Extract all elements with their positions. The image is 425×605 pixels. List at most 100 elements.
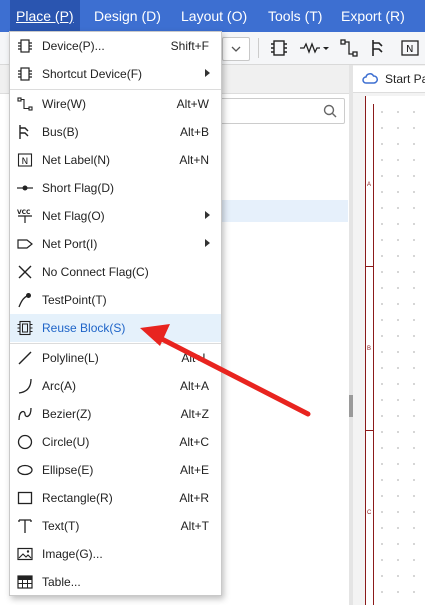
menu-item-wire[interactable]: Wire(W) Alt+W (10, 90, 221, 118)
menu-item-shortcut-device[interactable]: Shortcut Device(F) (10, 60, 221, 88)
submenu-arrow-icon (205, 239, 210, 247)
cloud-icon (362, 73, 378, 84)
selected-tree-row[interactable] (220, 200, 348, 222)
menu-item-circle[interactable]: Circle(U) Alt+C (10, 428, 221, 456)
bus-icon (19, 125, 29, 139)
menu-item-device[interactable]: Device(P)... Shift+F (10, 32, 221, 60)
rectangle-icon (17, 491, 33, 505)
menu-item-shortcut: Alt+C (179, 435, 209, 449)
menu-item-shortcut: Alt+L (181, 351, 209, 365)
schematic-drawing-area[interactable] (373, 104, 425, 605)
menu-item-shortcut: Alt+R (179, 491, 209, 505)
svg-text:N: N (406, 44, 413, 55)
menu-item-shortcut: Alt+E (179, 463, 209, 477)
svg-text:N: N (22, 157, 29, 167)
text-icon (18, 519, 32, 533)
menu-item-net-flag[interactable]: VCC Net Flag(O) (10, 202, 221, 230)
menu-item-label: Image(G)... (42, 547, 103, 561)
zone-label: A (367, 182, 372, 188)
menu-bar: Place (P) Design (D) Layout (O) Tools (T… (0, 0, 425, 32)
menu-item-label: Table... (42, 575, 81, 589)
menu-item-shortcut: Alt+A (179, 379, 209, 393)
menu-design[interactable]: Design (D) (94, 0, 161, 32)
toolbar-divider (258, 38, 259, 58)
net-label-icon[interactable]: N (398, 36, 422, 60)
menu-item-shortcut: Alt+T (180, 519, 209, 533)
menu-item-label: Bezier(Z) (42, 407, 92, 421)
polyline-icon (18, 351, 32, 365)
menu-item-text[interactable]: Text(T) Alt+T (10, 512, 221, 540)
menu-item-label: Wire(W) (42, 97, 86, 111)
menu-item-label: Text(T) (42, 519, 80, 533)
net-flag-icon: VCC (17, 209, 32, 223)
menu-item-label: No Connect Flag(C) (42, 265, 149, 279)
menu-item-label: Bus(B) (42, 125, 79, 139)
menu-item-shortcut: Shift+F (170, 39, 209, 53)
menu-item-reuse-block[interactable]: Reuse Block(S) (10, 314, 221, 342)
image-icon (17, 547, 33, 561)
testpoint-icon (18, 293, 31, 308)
chip-icon[interactable] (267, 36, 291, 60)
menu-item-no-connect-flag[interactable]: No Connect Flag(C) (10, 258, 221, 286)
zone-divider (365, 266, 373, 267)
menu-item-bus[interactable]: Bus(B) Alt+B (10, 118, 221, 146)
zone-label: C (367, 510, 372, 516)
tab-start-page-label: Start Pa (385, 72, 425, 86)
menu-item-short-flag[interactable]: Short Flag(D) (10, 174, 221, 202)
menu-item-testpoint[interactable]: TestPoint(T) (10, 286, 221, 314)
menu-export[interactable]: Export (R) (341, 0, 405, 32)
circle-icon (17, 434, 33, 450)
submenu-arrow-icon (205, 211, 210, 219)
submenu-arrow-icon (205, 69, 210, 77)
menu-item-label: Shortcut Device(F) (42, 67, 143, 81)
menu-item-shortcut: Alt+W (176, 97, 209, 111)
reuse-block-icon (17, 320, 33, 336)
svg-text:VCC: VCC (17, 209, 31, 216)
chip-icon (18, 39, 32, 53)
table-icon (17, 575, 33, 589)
menu-item-label: Short Flag(D) (42, 181, 115, 195)
menu-item-table[interactable]: Table... (10, 568, 221, 596)
place-menu: Device(P)... Shift+F Shortcut Device(F) … (9, 31, 222, 596)
net-label-icon: N (17, 153, 33, 167)
menu-item-ellipse[interactable]: Ellipse(E) Alt+E (10, 456, 221, 484)
menu-item-label: Rectangle(R) (42, 491, 113, 505)
wire-icon[interactable] (338, 36, 362, 60)
chip-icon (18, 67, 32, 81)
menu-item-net-label[interactable]: N Net Label(N) Alt+N (10, 146, 221, 174)
menu-layout[interactable]: Layout (O) (181, 0, 247, 32)
menu-item-shortcut: Alt+B (179, 125, 209, 139)
menu-item-shortcut: Alt+N (179, 153, 209, 167)
menu-item-label: Device(P)... (42, 39, 105, 53)
bus-icon[interactable] (368, 36, 392, 60)
menu-item-label: Polyline(L) (42, 351, 99, 365)
menu-item-bezier[interactable]: Bezier(Z) Alt+Z (10, 400, 221, 428)
menu-item-label: Ellipse(E) (42, 463, 94, 477)
menu-item-label: TestPoint(T) (42, 293, 107, 307)
menu-item-arc[interactable]: Arc(A) Alt+A (10, 372, 221, 400)
menu-item-label: Circle(U) (42, 435, 90, 449)
menu-item-net-port[interactable]: Net Port(I) (10, 230, 221, 258)
menu-place[interactable]: Place (P) (10, 0, 80, 32)
menu-item-label: Net Port(I) (42, 237, 98, 251)
net-port-icon (17, 239, 33, 249)
menu-item-label: Reuse Block(S) (42, 321, 126, 335)
ellipse-icon (17, 464, 33, 476)
menu-item-image[interactable]: Image(G)... (10, 540, 221, 568)
resistor-dropdown-icon[interactable] (298, 36, 332, 60)
menu-tools[interactable]: Tools (T) (268, 0, 322, 32)
menu-item-rectangle[interactable]: Rectangle(R) Alt+R (10, 484, 221, 512)
menu-item-polyline[interactable]: Polyline(L) Alt+L (10, 344, 221, 372)
chevron-down-icon (231, 46, 241, 52)
menu-item-label: Arc(A) (42, 379, 76, 393)
menu-item-shortcut: Alt+Z (180, 407, 209, 421)
toolbar-dropdown[interactable] (222, 37, 250, 61)
zone-label: B (367, 346, 372, 352)
wire-icon (17, 97, 33, 111)
menu-item-label: Net Label(N) (42, 153, 111, 167)
arc-icon (18, 378, 32, 394)
no-connect-icon (18, 265, 32, 279)
short-flag-icon (17, 185, 33, 191)
menu-item-label: Net Flag(O) (42, 209, 105, 223)
search-icon[interactable] (322, 103, 338, 119)
